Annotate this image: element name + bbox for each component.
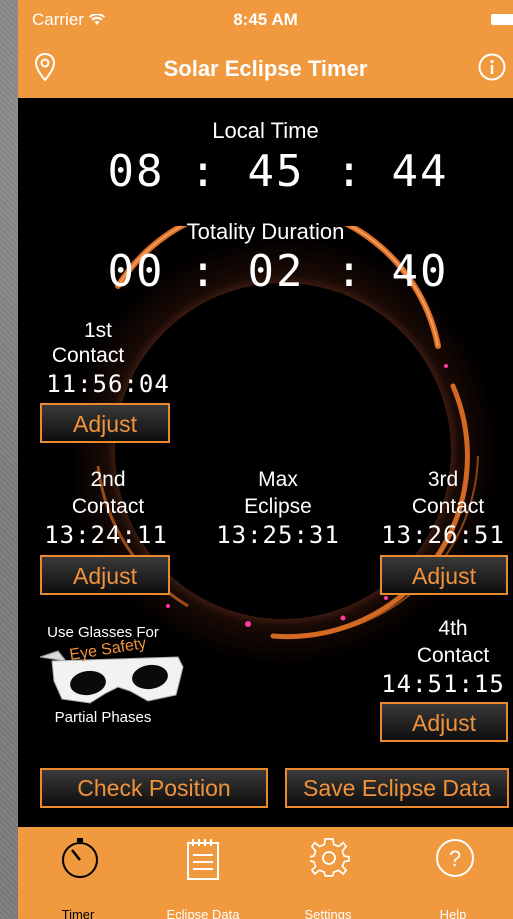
first-contact-line2: Contact — [51, 344, 125, 367]
svg-text:?: ? — [449, 846, 461, 871]
second-contact-time: 13:24:11 — [44, 521, 168, 549]
save-eclipse-data-button[interactable]: Save Eclipse Data — [285, 768, 509, 808]
second-contact-adjust-button[interactable]: Adjust — [40, 555, 170, 595]
totality-sep-2: : — [335, 246, 365, 297]
first-contact-time: 11:56:04 — [46, 370, 170, 398]
third-contact-line2: Contact — [411, 495, 485, 518]
page-title: Solar Eclipse Timer — [163, 56, 368, 81]
local-time-label: Local Time — [212, 118, 319, 143]
nav-bar: Solar Eclipse Timer — [18, 38, 513, 98]
third-contact-line1: 3rd — [427, 468, 459, 491]
third-contact-adjust-button[interactable]: Adjust — [380, 555, 508, 595]
tab-bar: Timer Eclipse Data Settings ? Help — [18, 827, 513, 919]
max-eclipse-line1: Max — [258, 468, 298, 491]
local-time-hours: 08 — [107, 146, 165, 197]
status-time: 8:45 AM — [233, 10, 298, 29]
fourth-contact-line1: 4th — [438, 617, 468, 640]
totality-sep-1: : — [189, 246, 219, 297]
tab-timer[interactable]: Timer — [18, 827, 138, 919]
third-contact-time: 13:26:51 — [381, 521, 505, 549]
safety-text-bottom: Partial Phases — [54, 709, 152, 726]
first-contact-line1: 1st — [83, 319, 112, 342]
tab-eclipse-data-label: Eclipse Data — [166, 907, 240, 919]
fourth-contact-line2: Contact — [416, 644, 490, 667]
fourth-contact-time: 14:51:15 — [381, 670, 505, 698]
max-eclipse-time: 13:25:31 — [216, 521, 340, 549]
totality-minutes: 02 — [247, 246, 305, 297]
timer-content: Local Time 08 : 45 : 44 Totality Duratio… — [18, 98, 513, 827]
totality-seconds: 40 — [391, 246, 449, 297]
first-contact-adjust-button[interactable]: Adjust — [40, 403, 170, 443]
tab-eclipse-data[interactable]: Eclipse Data — [143, 827, 263, 919]
battery-icon — [491, 14, 513, 25]
max-eclipse-line2: Eclipse — [244, 495, 312, 518]
second-contact-line2: Contact — [71, 495, 145, 518]
info-icon[interactable] — [477, 52, 507, 87]
tab-help[interactable]: ? Help — [393, 827, 513, 919]
local-time-sep-1: : — [189, 146, 219, 197]
fourth-contact-adjust-button[interactable]: Adjust — [380, 702, 508, 742]
phone-screen: Carrier 8:45 AM Solar Eclipse Timer Loca… — [18, 0, 513, 919]
local-time-sep-2: : — [335, 146, 365, 197]
tab-help-label: Help — [439, 907, 467, 919]
second-contact-line1: 2nd — [90, 468, 126, 491]
local-time-seconds: 44 — [391, 146, 449, 197]
check-position-button[interactable]: Check Position — [40, 768, 268, 808]
local-time-minutes: 45 — [247, 146, 305, 197]
tab-timer-label: Timer — [61, 907, 95, 919]
status-bar: Carrier 8:45 AM — [18, 0, 513, 38]
tab-settings[interactable]: Settings — [268, 827, 388, 919]
totality-duration-label: Totality Duration — [186, 219, 345, 244]
tab-settings-label: Settings — [304, 907, 352, 919]
totality-hours: 00 — [107, 246, 165, 297]
